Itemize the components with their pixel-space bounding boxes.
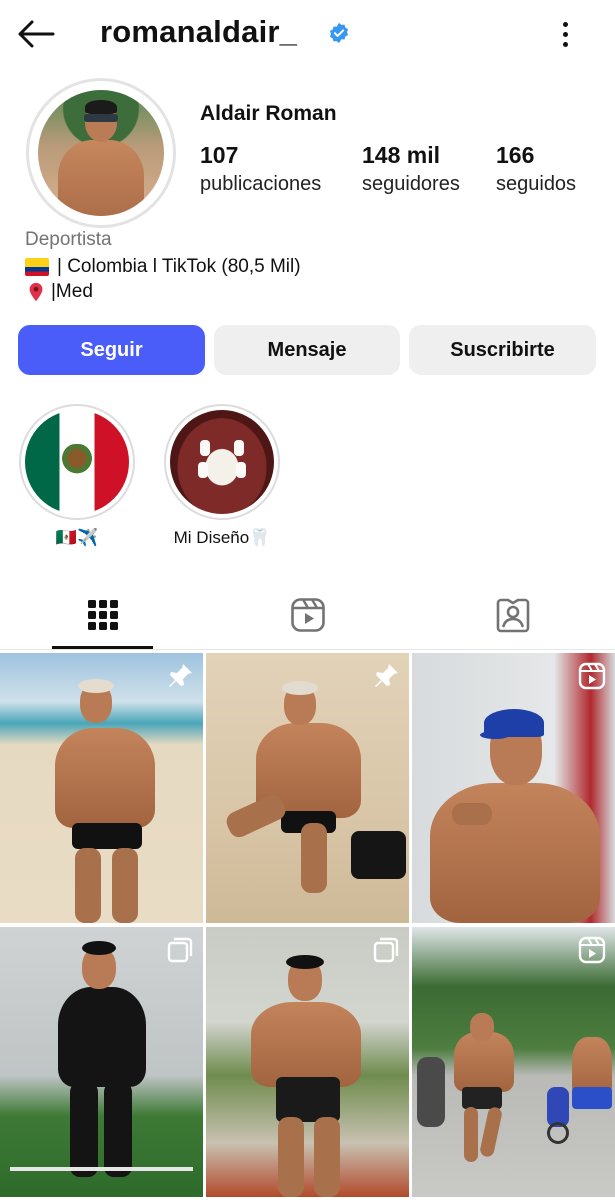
highlight-ring	[164, 404, 280, 520]
profile-username: romanaldair_	[100, 14, 298, 49]
stat-posts-count: 107	[200, 142, 239, 168]
top-bar: romanaldair_	[0, 0, 615, 68]
tab-reels[interactable]	[205, 580, 410, 650]
stat-followers-count: 148 mil	[362, 142, 440, 168]
display-name: Aldair Roman	[200, 102, 337, 125]
follow-button[interactable]: Seguir	[18, 325, 205, 375]
stat-following-count: 166	[496, 142, 535, 168]
bio-text-2: |Med	[51, 281, 93, 302]
subscribe-button[interactable]: Suscribirte	[409, 325, 596, 375]
posts-grid	[0, 653, 615, 1200]
story-highlight-design[interactable]: Mi Diseño🦷	[164, 404, 280, 547]
post-thumbnail[interactable]	[412, 927, 615, 1197]
reel-icon	[578, 662, 606, 690]
profile-avatar[interactable]	[26, 78, 176, 228]
stat-followers[interactable]: 148 mil seguidores	[362, 142, 460, 196]
post-thumbnail[interactable]	[412, 653, 615, 923]
colombia-flag-icon	[25, 258, 49, 276]
story-highlight-mexico[interactable]: 🇲🇽✈️	[19, 404, 135, 547]
bio-text-1: | Colombia l TikTok (80,5 Mil)	[57, 256, 301, 277]
teeth-photo-icon	[170, 410, 274, 514]
grid-icon	[87, 600, 118, 630]
carousel-icon	[167, 937, 193, 963]
location-pin-icon	[29, 282, 43, 302]
carousel-icon	[373, 937, 399, 963]
tab-posts[interactable]	[0, 580, 205, 650]
bio-line-1: | Colombia l TikTok (80,5 Mil)	[25, 256, 301, 278]
profile-category: Deportista	[25, 229, 112, 250]
post-thumbnail[interactable]	[206, 927, 409, 1197]
stat-posts-label: publicaciones	[200, 173, 322, 195]
post-thumbnail[interactable]	[206, 653, 409, 923]
mexico-flag-icon	[25, 410, 129, 514]
stat-followers-label: seguidores	[362, 173, 460, 195]
more-options-icon[interactable]	[548, 14, 582, 54]
verified-badge-icon	[329, 22, 349, 44]
message-button[interactable]: Mensaje	[214, 325, 400, 375]
post-thumbnail[interactable]	[0, 927, 203, 1197]
back-arrow-icon[interactable]	[14, 14, 58, 54]
tab-tagged[interactable]	[410, 580, 615, 650]
highlight-ring	[19, 404, 135, 520]
stat-following-label: seguidos	[496, 173, 577, 195]
stat-following[interactable]: 166 seguidos	[496, 142, 576, 196]
active-tab-indicator	[52, 646, 153, 649]
post-thumbnail[interactable]	[0, 653, 203, 923]
highlight-label: Mi Diseño🦷	[173, 528, 271, 547]
stat-posts[interactable]: 107 publicaciones	[200, 142, 321, 196]
profile-tabs	[0, 580, 615, 650]
pin-icon	[169, 664, 192, 687]
reel-icon	[578, 936, 606, 964]
reels-icon	[290, 598, 325, 632]
tagged-person-icon	[496, 598, 529, 633]
avatar-photo	[38, 90, 164, 216]
bio-line-2: |Med	[25, 281, 93, 303]
pin-icon	[375, 664, 398, 687]
